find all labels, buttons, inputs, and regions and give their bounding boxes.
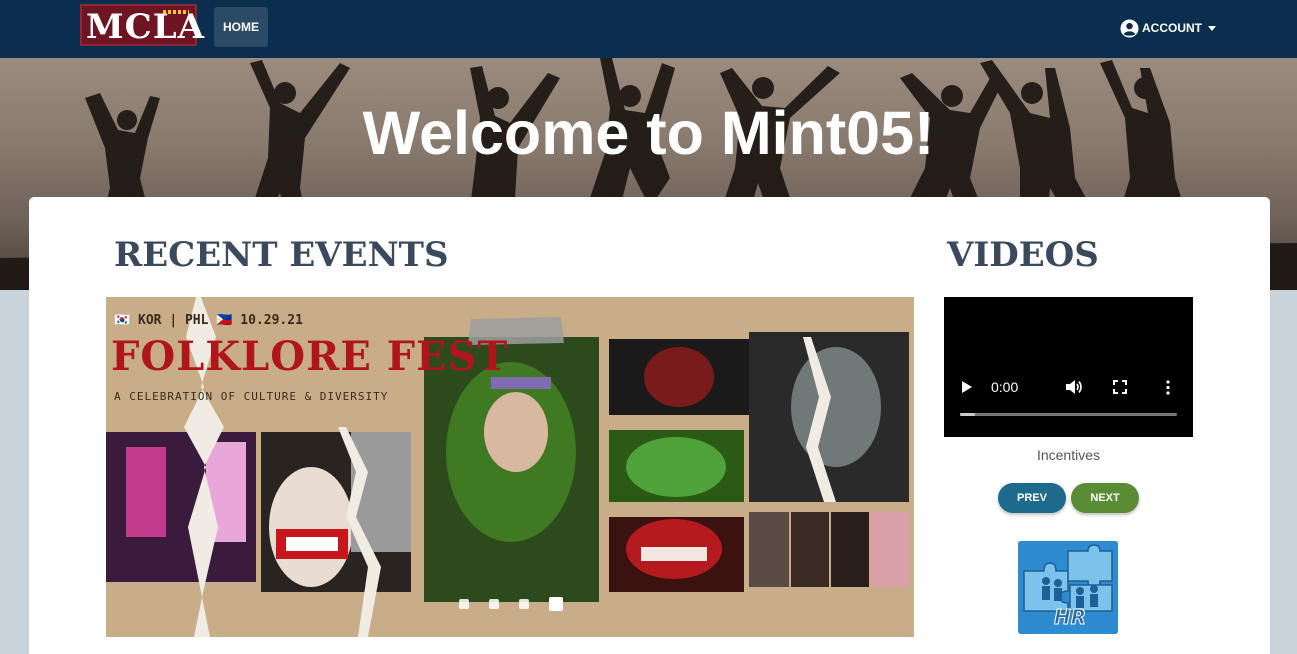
navbar: MCLA HOME ACCOUNT	[0, 0, 1297, 58]
poster-subtitle: A CELEBRATION OF CULTURE & DIVERSITY	[114, 390, 389, 403]
carousel-indicator-4[interactable]	[549, 597, 563, 611]
main-card: RECENT EVENTS VIDEOS 🇰🇷 KOR | PHL 🇵🇭 10.…	[29, 197, 1270, 654]
hero-title: Welcome to Mint05!	[362, 99, 935, 167]
prev-video-button[interactable]: PREV	[998, 483, 1066, 513]
events-carousel[interactable]: 🇰🇷 KOR | PHL 🇵🇭 10.29.21 FOLKLORE FEST A…	[106, 297, 914, 637]
account-label: ACCOUNT	[1142, 21, 1202, 35]
carousel-indicators	[459, 597, 583, 611]
video-progress-bar[interactable]	[960, 413, 1177, 416]
caret-down-icon	[1208, 25, 1216, 31]
hr-logo-text: HR	[1053, 605, 1087, 630]
carousel-indicator-1[interactable]	[459, 599, 469, 609]
account-dropdown[interactable]: ACCOUNT	[1120, 17, 1216, 39]
poster-title: FOLKLORE FEST	[111, 333, 509, 380]
carousel-indicator-2[interactable]	[489, 599, 499, 609]
fullscreen-icon[interactable]	[1113, 380, 1127, 394]
more-options-icon[interactable]	[1166, 380, 1170, 395]
poster-date-tag: 🇰🇷 KOR | PHL 🇵🇭 10.29.21	[114, 313, 303, 328]
next-video-button[interactable]: NEXT	[1071, 483, 1139, 513]
hr-logo[interactable]: HR	[1018, 541, 1118, 634]
video-progress-fill	[960, 413, 975, 416]
account-circle-icon	[1120, 18, 1139, 38]
video-player[interactable]: 0:00	[944, 297, 1193, 437]
recent-events-heading: RECENT EVENTS	[114, 235, 449, 275]
mcla-logo[interactable]: MCLA	[80, 4, 204, 46]
nav-home-link[interactable]: HOME	[214, 7, 268, 47]
video-time: 0:00	[991, 379, 1019, 395]
videos-heading: VIDEOS	[947, 235, 1099, 275]
carousel-indicator-3[interactable]	[519, 599, 529, 609]
video-caption: Incentives	[1036, 447, 1101, 463]
play-icon[interactable]	[962, 381, 972, 393]
logo-dots-decoration	[163, 10, 189, 14]
volume-icon[interactable]	[1065, 379, 1083, 395]
